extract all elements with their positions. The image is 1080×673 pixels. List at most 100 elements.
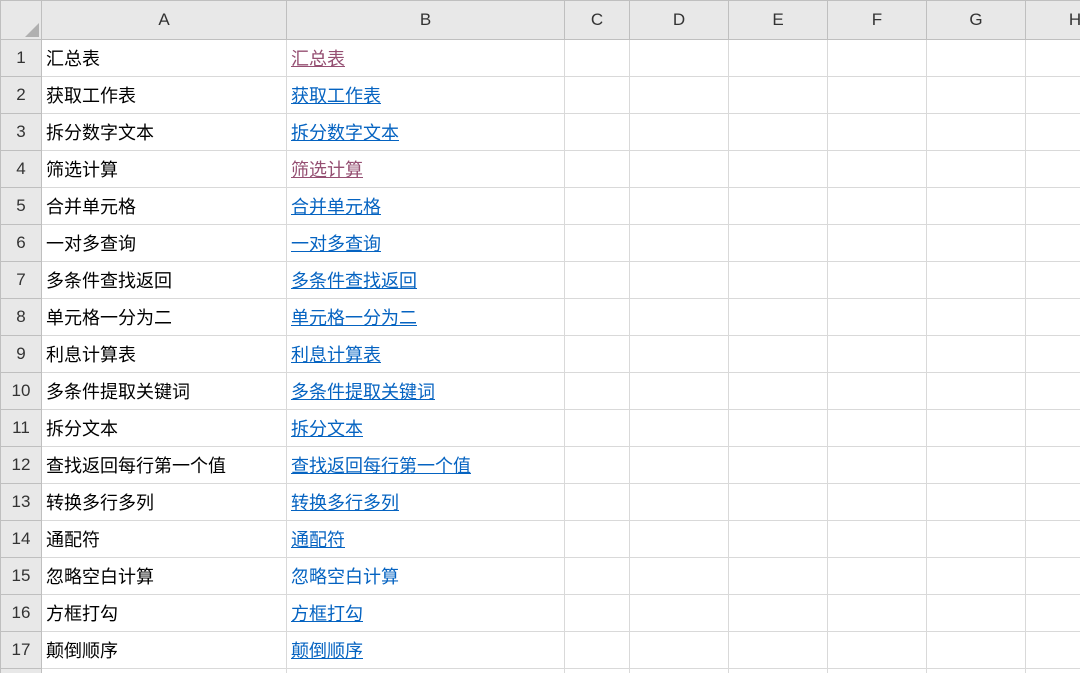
cell-E6[interactable] — [729, 225, 828, 262]
col-header-E[interactable]: E — [729, 1, 828, 40]
cell-E8[interactable] — [729, 299, 828, 336]
cell-E3[interactable] — [729, 114, 828, 151]
cell-G13[interactable] — [927, 484, 1026, 521]
cell-B4[interactable]: 筛选计算 — [287, 151, 565, 188]
row-header-1[interactable]: 1 — [1, 40, 42, 77]
cell-C8[interactable] — [565, 299, 630, 336]
hyperlink[interactable]: 利息计算表 — [291, 341, 381, 367]
cell-E10[interactable] — [729, 373, 828, 410]
cell-F9[interactable] — [828, 336, 927, 373]
row-header-18[interactable]: 18 — [1, 669, 42, 673]
cell-C17[interactable] — [565, 632, 630, 669]
row-header-5[interactable]: 5 — [1, 188, 42, 225]
cell-G17[interactable] — [927, 632, 1026, 669]
cell-H13[interactable] — [1026, 484, 1080, 521]
cell-F14[interactable] — [828, 521, 927, 558]
cell-G14[interactable] — [927, 521, 1026, 558]
cell-A11[interactable]: 拆分文本 — [42, 410, 287, 447]
cell-D5[interactable] — [630, 188, 729, 225]
cell-B11[interactable]: 拆分文本 — [287, 410, 565, 447]
hyperlink[interactable]: 通配符 — [291, 526, 345, 552]
cell-F8[interactable] — [828, 299, 927, 336]
cell-F7[interactable] — [828, 262, 927, 299]
cell-D16[interactable] — [630, 595, 729, 632]
cell-A14[interactable]: 通配符 — [42, 521, 287, 558]
hyperlink[interactable]: 单元格一分为二 — [291, 304, 417, 330]
row-header-4[interactable]: 4 — [1, 151, 42, 188]
cell-D18[interactable] — [630, 669, 729, 673]
cell-F16[interactable] — [828, 595, 927, 632]
cell-G18[interactable] — [927, 669, 1026, 673]
cell-B17[interactable]: 颠倒顺序 — [287, 632, 565, 669]
cell-D2[interactable] — [630, 77, 729, 114]
cell-G2[interactable] — [927, 77, 1026, 114]
cell-C1[interactable] — [565, 40, 630, 77]
cell-E7[interactable] — [729, 262, 828, 299]
hyperlink[interactable]: 拆分数字文本 — [291, 119, 399, 145]
cell-G1[interactable] — [927, 40, 1026, 77]
cell-D4[interactable] — [630, 151, 729, 188]
cell-A12[interactable]: 查找返回每行第一个值 — [42, 447, 287, 484]
cell-D8[interactable] — [630, 299, 729, 336]
select-all-corner[interactable] — [1, 1, 42, 40]
cell-A2[interactable]: 获取工作表 — [42, 77, 287, 114]
cell-H2[interactable] — [1026, 77, 1080, 114]
cell-E18[interactable] — [729, 669, 828, 673]
cell-B9[interactable]: 利息计算表 — [287, 336, 565, 373]
hyperlink[interactable]: 转换多行多列 — [291, 489, 399, 515]
cell-G10[interactable] — [927, 373, 1026, 410]
cell-H8[interactable] — [1026, 299, 1080, 336]
cell-C13[interactable] — [565, 484, 630, 521]
cell-C3[interactable] — [565, 114, 630, 151]
cell-F4[interactable] — [828, 151, 927, 188]
cell-B12[interactable]: 查找返回每行第一个值 — [287, 447, 565, 484]
cell-C12[interactable] — [565, 447, 630, 484]
cell-H5[interactable] — [1026, 188, 1080, 225]
cell-B3[interactable]: 拆分数字文本 — [287, 114, 565, 151]
cell-C18[interactable] — [565, 669, 630, 673]
cell-A5[interactable]: 合并单元格 — [42, 188, 287, 225]
cell-H7[interactable] — [1026, 262, 1080, 299]
cell-D12[interactable] — [630, 447, 729, 484]
cell-D3[interactable] — [630, 114, 729, 151]
cell-G7[interactable] — [927, 262, 1026, 299]
cell-B10[interactable]: 多条件提取关键词 — [287, 373, 565, 410]
cell-E5[interactable] — [729, 188, 828, 225]
row-header-11[interactable]: 11 — [1, 410, 42, 447]
cell-F3[interactable] — [828, 114, 927, 151]
cell-B2[interactable]: 获取工作表 — [287, 77, 565, 114]
cell-C5[interactable] — [565, 188, 630, 225]
cell-B1[interactable]: 汇总表 — [287, 40, 565, 77]
hyperlink[interactable]: 获取工作表 — [291, 82, 381, 108]
row-header-3[interactable]: 3 — [1, 114, 42, 151]
cell-B5[interactable]: 合并单元格 — [287, 188, 565, 225]
cell-B7[interactable]: 多条件查找返回 — [287, 262, 565, 299]
cell-F18[interactable] — [828, 669, 927, 673]
cell-D13[interactable] — [630, 484, 729, 521]
cell-A17[interactable]: 颠倒顺序 — [42, 632, 287, 669]
cell-G12[interactable] — [927, 447, 1026, 484]
cell-G16[interactable] — [927, 595, 1026, 632]
cell-D14[interactable] — [630, 521, 729, 558]
cell-D6[interactable] — [630, 225, 729, 262]
cell-F6[interactable] — [828, 225, 927, 262]
cell-C15[interactable] — [565, 558, 630, 595]
row-header-13[interactable]: 13 — [1, 484, 42, 521]
cell-D1[interactable] — [630, 40, 729, 77]
cell-C2[interactable] — [565, 77, 630, 114]
cell-A15[interactable]: 忽略空白计算 — [42, 558, 287, 595]
row-header-9[interactable]: 9 — [1, 336, 42, 373]
cell-H4[interactable] — [1026, 151, 1080, 188]
cell-H10[interactable] — [1026, 373, 1080, 410]
cell-F10[interactable] — [828, 373, 927, 410]
cell-H3[interactable] — [1026, 114, 1080, 151]
col-header-G[interactable]: G — [927, 1, 1026, 40]
hyperlink[interactable]: 查找返回每行第一个值 — [291, 452, 471, 478]
cell-F12[interactable] — [828, 447, 927, 484]
cell-E11[interactable] — [729, 410, 828, 447]
cell-H14[interactable] — [1026, 521, 1080, 558]
cell-E1[interactable] — [729, 40, 828, 77]
cell-G4[interactable] — [927, 151, 1026, 188]
col-header-A[interactable]: A — [42, 1, 287, 40]
cell-C16[interactable] — [565, 595, 630, 632]
